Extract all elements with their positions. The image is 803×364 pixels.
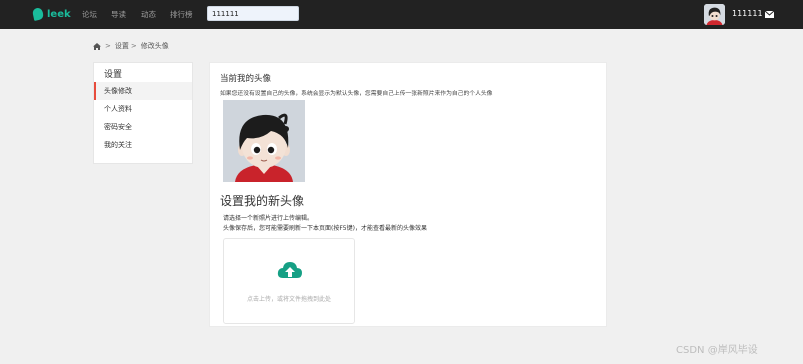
- sidebar-item-profile[interactable]: 个人资料: [94, 100, 192, 118]
- upload-hint: 请选择一个新照片进行上传编辑。: [223, 215, 314, 222]
- home-icon[interactable]: [93, 42, 101, 50]
- upload-dropzone[interactable]: 点击上传，或将文件拖拽到此处: [223, 238, 355, 324]
- sidebar-title: 设置: [104, 70, 123, 80]
- mail-icon[interactable]: [765, 11, 774, 18]
- breadcrumb: > 设置 > 修改头像: [93, 41, 169, 51]
- current-avatar-title: 当前我的头像: [220, 74, 272, 84]
- cartoon-avatar: [223, 100, 305, 182]
- settings-sidebar: 设置 头像修改 个人资料 密码安全 我的关注: [93, 62, 193, 164]
- nav-link-forum[interactable]: 论坛: [82, 9, 97, 20]
- leek-logo-icon: [31, 7, 45, 21]
- sidebar-item-avatar[interactable]: 头像修改: [94, 82, 192, 100]
- logo-text: leek: [47, 8, 71, 20]
- user-avatar[interactable]: [704, 4, 725, 25]
- nav-link-ranking[interactable]: 排行榜: [170, 9, 193, 20]
- nav-link-activity[interactable]: 动态: [141, 9, 156, 20]
- upload-instruction: 点击上传，或将文件拖拽到此处: [246, 296, 331, 303]
- user-name[interactable]: 111111: [732, 9, 763, 18]
- nav-link-guide[interactable]: 导读: [111, 9, 126, 20]
- breadcrumb-settings[interactable]: 设置: [115, 41, 129, 51]
- sidebar-item-following[interactable]: 我的关注: [94, 136, 192, 154]
- sidebar-item-password[interactable]: 密码安全: [94, 118, 192, 136]
- new-avatar-title: 设置我的新头像: [220, 194, 305, 208]
- watermark-text: CSDN @岸风毕设: [676, 345, 758, 356]
- refresh-hint: 头像保存后，您可能需要刷新一下本页面(按F5键)，才能查看最新的头像效果: [223, 225, 427, 232]
- breadcrumb-separator: >: [130, 42, 137, 50]
- top-navbar: leek 论坛 导读 动态 排行榜 111111: [0, 0, 803, 29]
- site-logo[interactable]: leek: [31, 7, 71, 21]
- avatar-settings-panel: 当前我的头像 如果您还没有设置自己的头像，系统会显示为默认头像，您需要自己上传一…: [209, 62, 607, 327]
- current-avatar-image: [223, 100, 305, 182]
- breadcrumb-separator: >: [105, 42, 111, 50]
- breadcrumb-current: 修改头像: [140, 42, 169, 50]
- cloud-upload-icon: [277, 262, 302, 278]
- search-input[interactable]: [207, 6, 299, 21]
- current-avatar-description: 如果您还没有设置自己的头像，系统会显示为默认头像，您需要自己上传一张新照片来作为…: [220, 91, 493, 97]
